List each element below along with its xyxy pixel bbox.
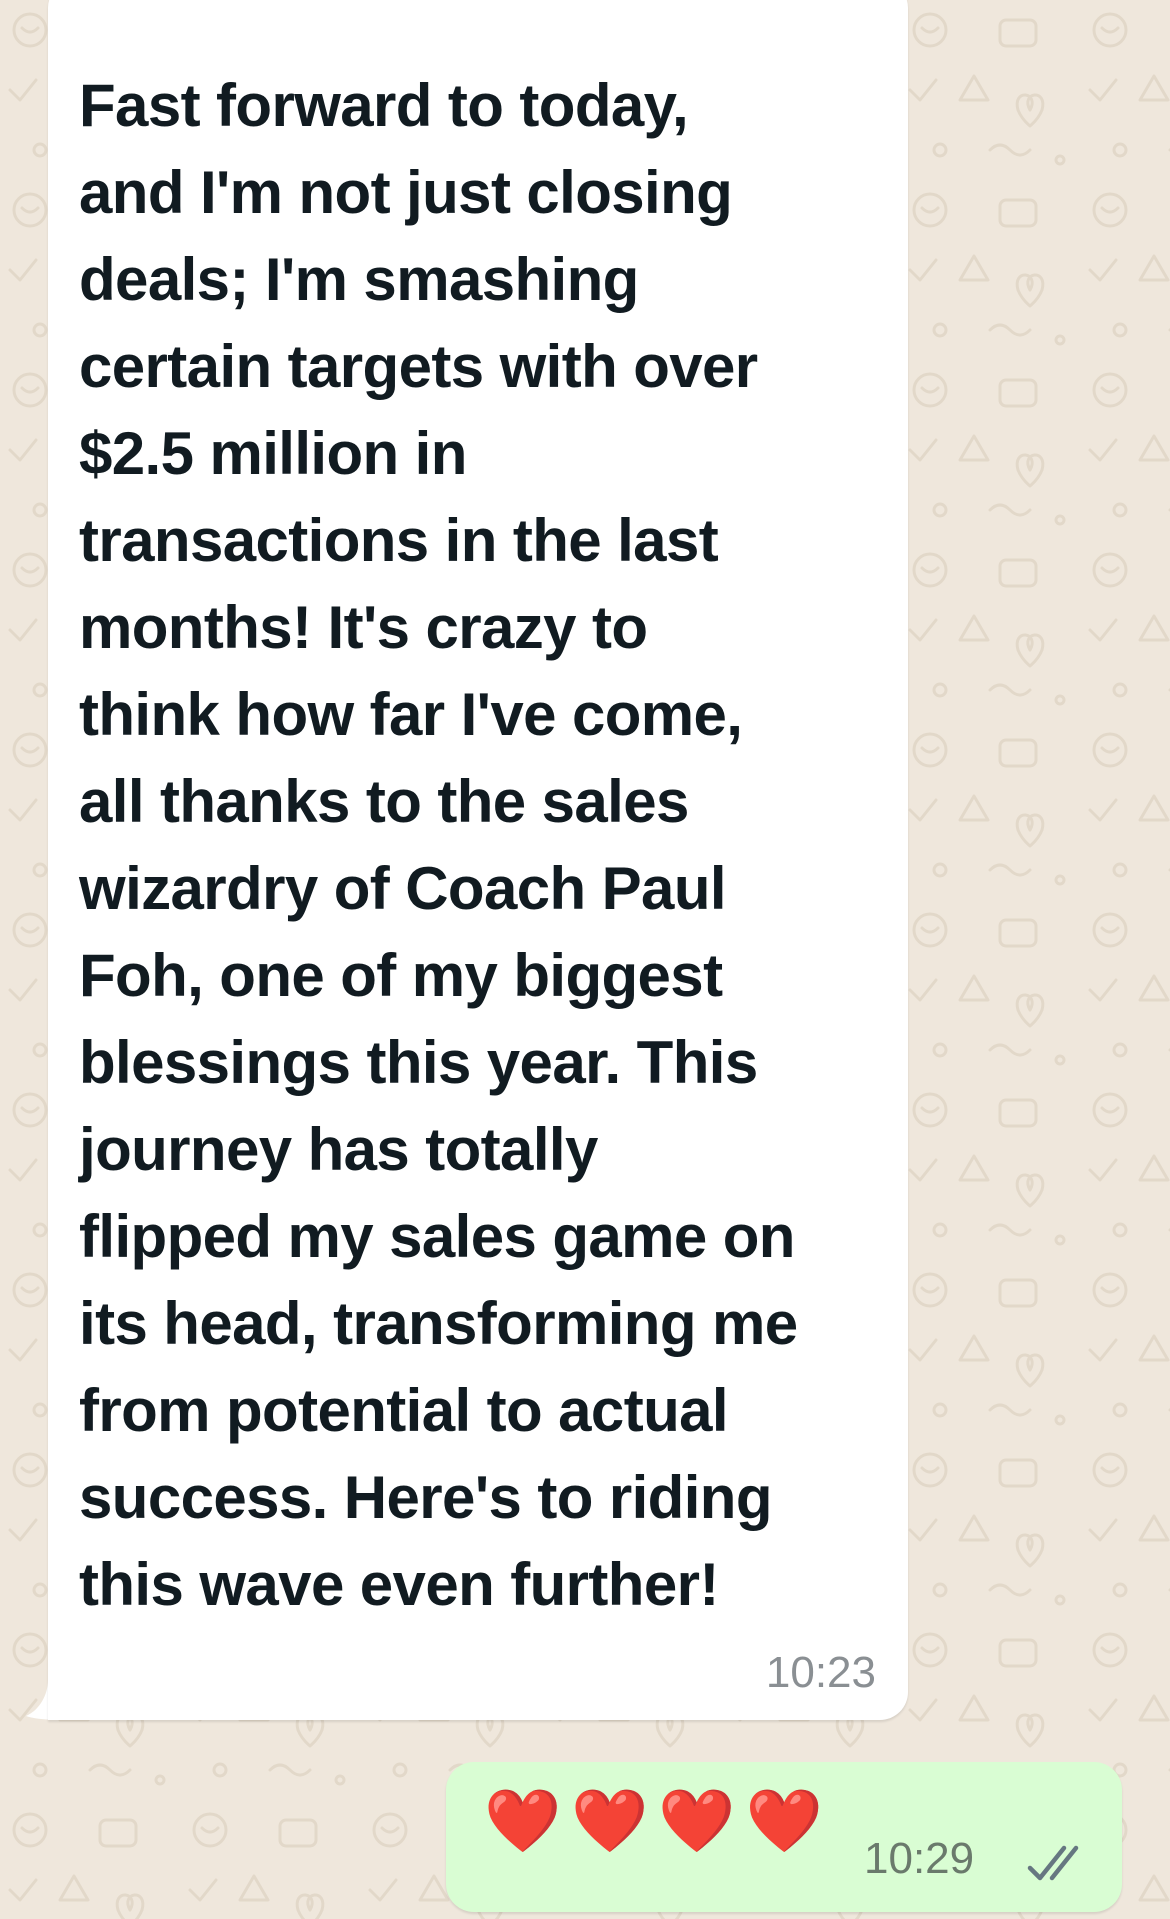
outgoing-message-bubble[interactable]: ❤️❤️❤️❤️ 10:29	[446, 1762, 1122, 1912]
incoming-message-text: Fast forward to today, and I'm not just …	[79, 72, 798, 1618]
incoming-message-timestamp: 10:23	[765, 1648, 876, 1697]
outgoing-message-hearts: ❤️❤️❤️❤️	[484, 1787, 833, 1856]
outgoing-message-timestamp: 10:29	[864, 1834, 975, 1883]
double-check-icon	[1027, 1845, 1079, 1881]
